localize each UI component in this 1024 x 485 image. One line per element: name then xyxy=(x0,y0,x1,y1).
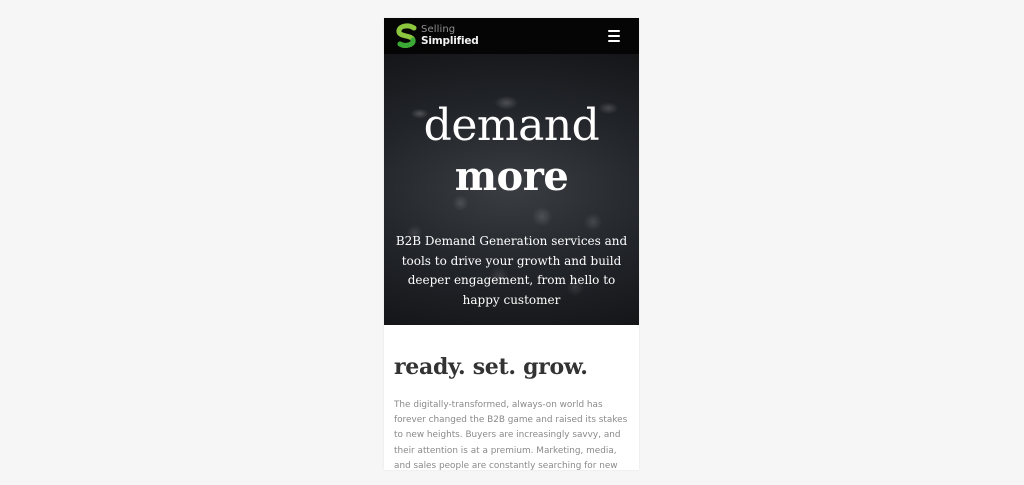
brand-name-line2: Simplified xyxy=(421,35,479,47)
brand-logo-link[interactable]: Selling Simplified xyxy=(394,23,484,49)
hero-subtitle: B2B Demand Generation services and tools… xyxy=(395,234,628,307)
brand-name-line1: Selling xyxy=(421,24,456,35)
hero-headline-light: demand xyxy=(423,100,600,151)
selling-simplified-s-logo-icon xyxy=(396,23,417,48)
menu-bar-middle xyxy=(608,35,620,37)
section-body-text: The digitally-transformed, always-on wor… xyxy=(394,400,628,470)
hero-banner: demand more B2B Demand Generation servic… xyxy=(384,54,639,325)
hero-headline-bold: more xyxy=(454,153,569,200)
menu-bar-bottom xyxy=(608,40,620,42)
mobile-page-frame: Selling Simplified demand more B2B Deman… xyxy=(384,18,639,470)
hamburger-menu-icon[interactable] xyxy=(606,29,622,43)
section-heading: ready. set. grow. xyxy=(394,354,588,380)
menu-bar-top xyxy=(608,30,620,32)
top-navigation-bar: Selling Simplified xyxy=(384,18,639,54)
